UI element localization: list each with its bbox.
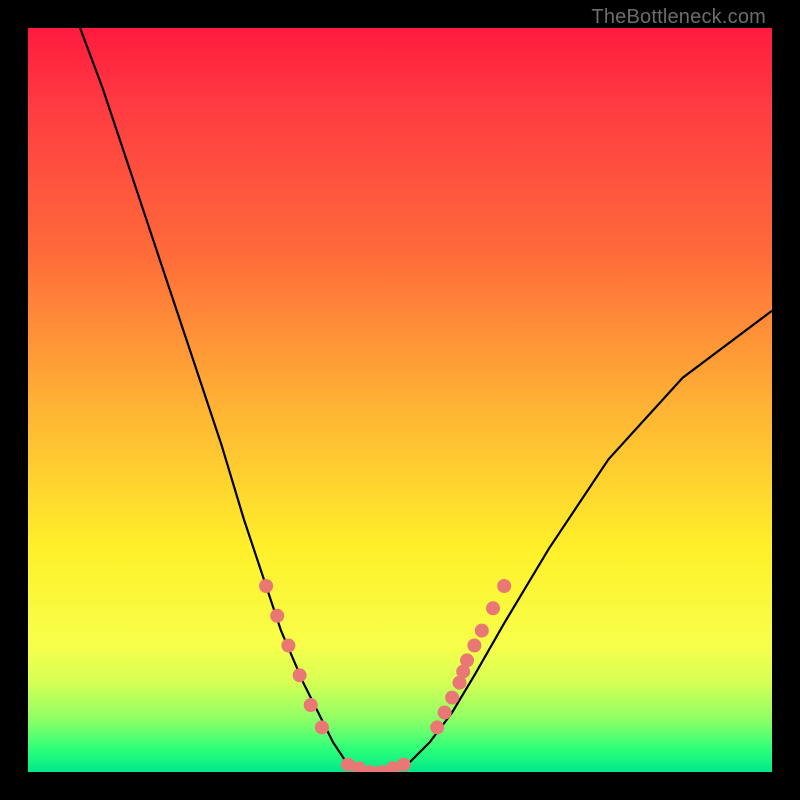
- curve-svg: [28, 28, 772, 772]
- data-marker: [497, 579, 511, 593]
- watermark-text: TheBottleneck.com: [591, 6, 766, 29]
- chart-frame: TheBottleneck.com: [0, 0, 800, 800]
- data-marker: [363, 765, 377, 772]
- data-marker: [374, 765, 388, 772]
- data-marker: [293, 668, 307, 682]
- data-marker: [341, 758, 355, 772]
- data-marker: [438, 706, 452, 720]
- plot-area: [28, 28, 772, 772]
- data-marker: [304, 698, 318, 712]
- data-marker: [445, 691, 459, 705]
- data-marker: [453, 676, 467, 690]
- bottleneck-curve: [80, 28, 772, 772]
- data-marker: [430, 720, 444, 734]
- data-markers: [259, 579, 511, 772]
- data-marker: [460, 653, 474, 667]
- data-marker: [281, 639, 295, 653]
- data-marker: [456, 665, 470, 679]
- data-marker: [467, 639, 481, 653]
- data-marker: [397, 758, 411, 772]
- data-marker: [315, 720, 329, 734]
- data-marker: [386, 761, 400, 772]
- data-marker: [475, 624, 489, 638]
- data-marker: [259, 579, 273, 593]
- data-marker: [486, 601, 500, 615]
- data-marker: [352, 761, 366, 772]
- data-marker: [270, 609, 284, 623]
